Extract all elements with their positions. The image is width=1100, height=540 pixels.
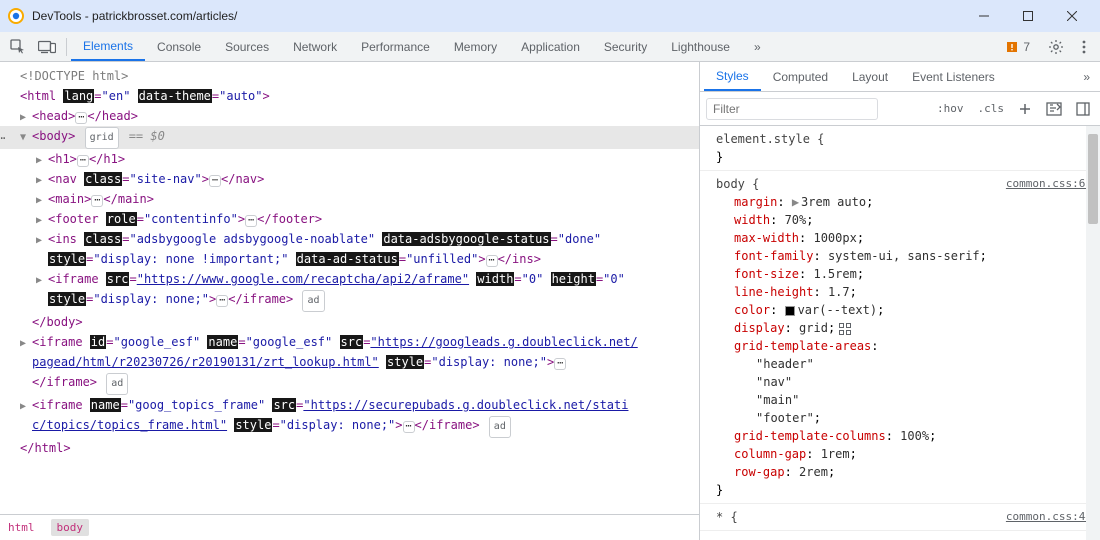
tab-performance[interactable]: Performance <box>349 32 442 61</box>
breadcrumb-body[interactable]: body <box>51 519 90 536</box>
rule-body[interactable]: common.css:67 body { margin: ▶3rem auto;… <box>700 171 1100 504</box>
tab-memory[interactable]: Memory <box>442 32 509 61</box>
main-toolbar: Elements Console Sources Network Perform… <box>0 32 1100 62</box>
tab-computed[interactable]: Computed <box>761 62 840 91</box>
dom-doctype[interactable]: <!DOCTYPE html> <box>0 66 699 86</box>
tab-security[interactable]: Security <box>592 32 659 61</box>
cls-toggle[interactable]: .cls <box>974 100 1009 117</box>
gutter-dots-icon: ⋯ <box>0 128 5 148</box>
elements-panel: <!DOCTYPE html> <html lang="en" data-the… <box>0 62 700 540</box>
titlebar: DevTools - patrickbrosset.com/articles/ <box>0 0 1100 32</box>
dom-ins[interactable]: ▶<ins class="adsbygoogle adsbygoogle-noa… <box>0 229 699 249</box>
device-toolbar-icon[interactable] <box>32 36 62 58</box>
dom-iframe-esf[interactable]: ▶<iframe id="google_esf" name="google_es… <box>0 332 699 352</box>
tabs-overflow-icon[interactable]: » <box>742 32 773 61</box>
tab-network[interactable]: Network <box>281 32 349 61</box>
new-style-rule-icon[interactable] <box>1014 98 1036 120</box>
ellipsis-icon[interactable]: ⋯ <box>77 155 89 167</box>
tab-event-listeners[interactable]: Event Listeners <box>900 62 1007 91</box>
warning-icon <box>1005 40 1019 54</box>
expand-arrow-icon[interactable]: ▶ <box>36 271 42 291</box>
ad-badge[interactable]: ad <box>302 290 324 312</box>
ellipsis-icon[interactable]: ⋯ <box>209 175 221 187</box>
scrollbar-thumb[interactable] <box>1088 134 1098 224</box>
styles-tabs-overflow-icon[interactable]: » <box>1077 70 1096 84</box>
ellipsis-icon[interactable]: ⋯ <box>91 195 103 207</box>
dom-body-open[interactable]: ⋯▼<body> grid== $0 <box>0 126 699 149</box>
styles-filter-row: :hov .cls <box>700 92 1100 126</box>
tab-console[interactable]: Console <box>145 32 213 61</box>
dom-html-close[interactable]: </html> <box>0 438 699 458</box>
expand-arrow-icon[interactable]: ▶ <box>36 211 42 231</box>
chrome-icon <box>8 8 24 24</box>
dom-footer[interactable]: ▶<footer role="contentinfo">⋯</footer> <box>0 209 699 229</box>
issues-count: 7 <box>1023 40 1030 54</box>
ellipsis-icon[interactable]: ⋯ <box>245 215 257 227</box>
kebab-menu-icon[interactable] <box>1076 36 1092 58</box>
panel-tabs: Elements Console Sources Network Perform… <box>71 32 999 61</box>
scrollbar-vertical[interactable] <box>1086 126 1100 540</box>
hov-toggle[interactable]: :hov <box>933 100 968 117</box>
ad-badge[interactable]: ad <box>106 373 128 395</box>
dom-tree[interactable]: <!DOCTYPE html> <html lang="en" data-the… <box>0 62 699 514</box>
close-button[interactable] <box>1052 2 1092 30</box>
styles-panel: Styles Computed Layout Event Listeners »… <box>700 62 1100 540</box>
tab-sources[interactable]: Sources <box>213 32 281 61</box>
settings-icon[interactable] <box>1042 35 1070 59</box>
grid-badge[interactable]: grid <box>85 127 119 149</box>
expand-arrow-icon[interactable]: ▶ <box>20 108 26 128</box>
ad-badge[interactable]: ad <box>489 416 511 438</box>
rule-source-link[interactable]: common.css:67 <box>1006 175 1092 193</box>
collapse-arrow-icon[interactable]: ▼ <box>20 128 26 148</box>
dom-iframe-topics[interactable]: ▶<iframe name="goog_topics_frame" src="h… <box>0 395 699 415</box>
color-swatch-icon[interactable] <box>785 306 795 316</box>
dom-iframe-esf-cont[interactable]: pagead/html/r20230726/r20190131/zrt_look… <box>0 352 699 372</box>
styles-tabs: Styles Computed Layout Event Listeners » <box>700 62 1100 92</box>
inspect-element-icon[interactable] <box>4 35 32 59</box>
dom-iframe-esf-close[interactable]: </iframe> ad <box>0 372 699 395</box>
dom-body-close[interactable]: </body> <box>0 312 699 332</box>
minimize-button[interactable] <box>964 2 1004 30</box>
ellipsis-icon[interactable]: ⋯ <box>486 255 498 267</box>
tab-styles[interactable]: Styles <box>704 62 761 91</box>
rule-source-link[interactable]: common.css:44 <box>1006 508 1092 526</box>
dom-iframe-recaptcha-cont[interactable]: style="display: none;">⋯</iframe> ad <box>0 289 699 312</box>
dom-ins-cont[interactable]: style="display: none !important;" data-a… <box>0 249 699 269</box>
ellipsis-icon[interactable]: ⋯ <box>216 295 228 307</box>
dom-nav[interactable]: ▶<nav class="site-nav">⋯</nav> <box>0 169 699 189</box>
dom-iframe-recaptcha[interactable]: ▶<iframe src="https://www.google.com/rec… <box>0 269 699 289</box>
breadcrumb-html[interactable]: html <box>8 521 35 534</box>
ellipsis-icon[interactable]: ⋯ <box>75 112 87 124</box>
ellipsis-icon[interactable]: ⋯ <box>403 421 415 433</box>
styles-filter-input[interactable] <box>706 98 878 120</box>
grid-editor-icon[interactable] <box>839 323 851 335</box>
expand-arrow-icon[interactable]: ▶ <box>36 191 42 211</box>
window-controls <box>964 2 1092 30</box>
styles-body[interactable]: element.style { } common.css:67 body { m… <box>700 126 1100 540</box>
expand-triangle-icon[interactable]: ▶ <box>792 195 799 209</box>
dom-head[interactable]: ▶<head>⋯</head> <box>0 106 699 126</box>
toggle-sidebar-icon[interactable] <box>1072 98 1094 120</box>
issues-badge[interactable]: 7 <box>999 38 1036 56</box>
expand-arrow-icon[interactable]: ▶ <box>36 171 42 191</box>
breadcrumbs: html body <box>0 514 699 540</box>
tab-lighthouse[interactable]: Lighthouse <box>659 32 742 61</box>
tab-application[interactable]: Application <box>509 32 592 61</box>
computed-styles-icon[interactable] <box>1042 98 1066 120</box>
rule-star[interactable]: common.css:44 * { <box>700 504 1100 531</box>
expand-arrow-icon[interactable]: ▶ <box>36 231 42 251</box>
dom-html-open[interactable]: <html lang="en" data-theme="auto"> <box>0 86 699 106</box>
dom-h1[interactable]: ▶<h1>⋯</h1> <box>0 149 699 169</box>
tab-elements[interactable]: Elements <box>71 32 145 61</box>
dom-iframe-topics-cont[interactable]: c/topics/topics_frame.html" style="displ… <box>0 415 699 438</box>
window-title: DevTools - patrickbrosset.com/articles/ <box>32 9 964 23</box>
rule-element-style[interactable]: element.style { } <box>700 126 1100 171</box>
ellipsis-icon[interactable]: ⋯ <box>554 358 566 370</box>
expand-arrow-icon[interactable]: ▶ <box>36 151 42 171</box>
expand-arrow-icon[interactable]: ▶ <box>20 334 26 354</box>
dom-main[interactable]: ▶<main>⋯</main> <box>0 189 699 209</box>
expand-arrow-icon[interactable]: ▶ <box>20 397 26 417</box>
maximize-button[interactable] <box>1008 2 1048 30</box>
tab-layout[interactable]: Layout <box>840 62 900 91</box>
